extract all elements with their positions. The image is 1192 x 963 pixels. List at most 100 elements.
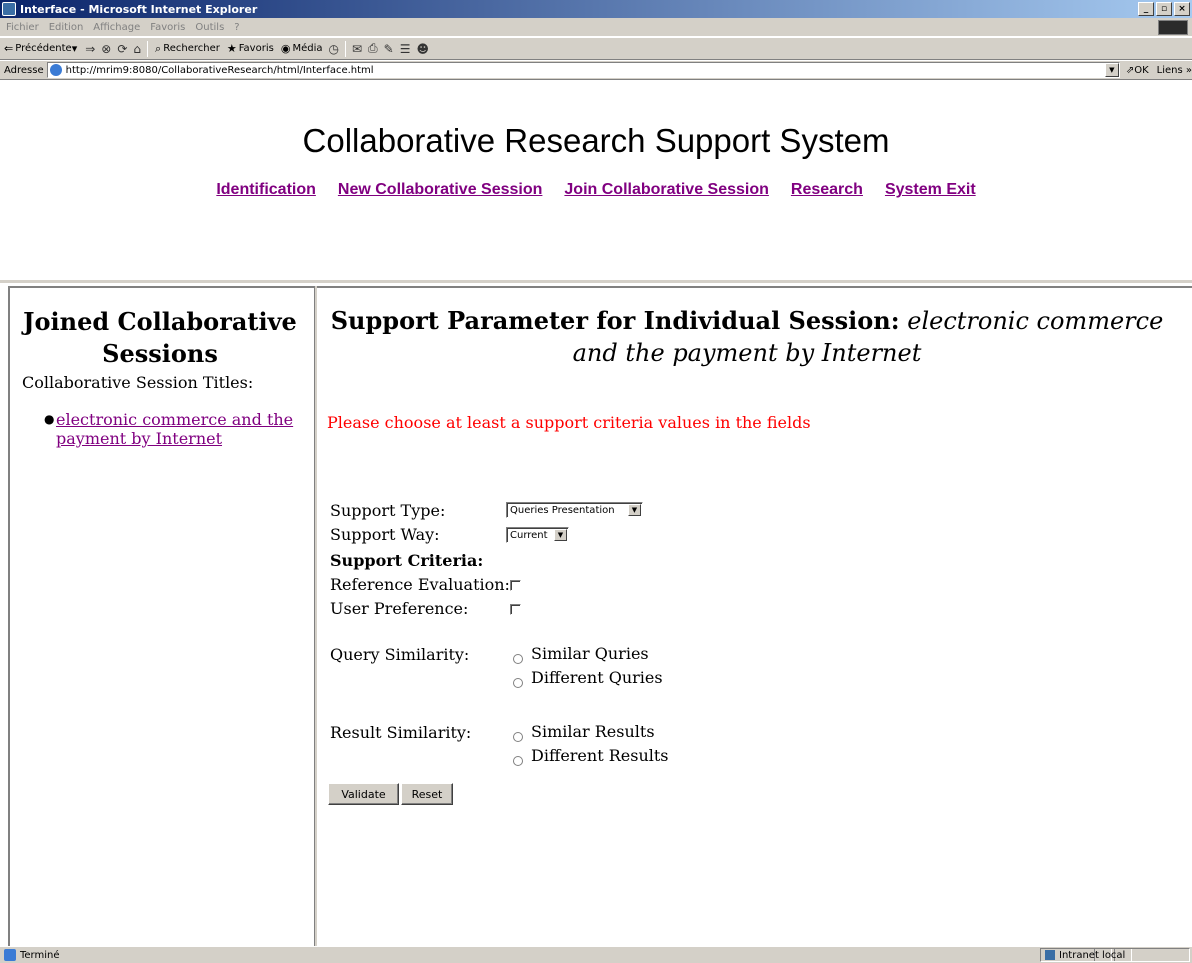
home-icon[interactable]: ⌂ [133,42,141,56]
similar-queries-radio[interactable] [513,654,523,664]
favorites-button[interactable]: ★ Favoris [227,42,274,55]
support-form: Support Type: Queries Presentation ▼ Sup… [317,288,1192,948]
forward-icon[interactable]: ⇒ [85,42,95,56]
toolbar: ⇐ Précédente ▾ ⇒ ⊗ ⟳ ⌂ ⌕ Rechercher ★ Fa… [0,38,1192,60]
media-icon: ◉ [280,42,291,55]
ie-app-icon [2,2,16,16]
support-type-value: Queries Presentation [510,504,615,516]
address-input[interactable]: http://mrim9:8080/CollaborativeResearch/… [46,62,1120,78]
security-zone: Intranet local [1040,948,1190,962]
different-queries-radio[interactable] [513,678,523,688]
different-results-label: Different Results [531,746,669,765]
media-button[interactable]: ◉ Média [281,42,323,55]
menu-outils[interactable]: Outils [195,22,224,33]
status-text: Terminé [20,949,60,961]
support-way-value: Current [510,529,548,541]
nav-research[interactable]: Research [791,181,863,199]
support-way-label: Support Way: [330,525,440,544]
sidebar-frame: Joined Collaborative Sessions Collaborat… [8,286,314,946]
minimize-button[interactable]: _ [1138,2,1154,16]
nav-identification[interactable]: Identification [216,181,316,199]
sidebar-heading-line1: Joined Collaborative [23,307,297,336]
menu-affichage[interactable]: Affichage [93,22,140,33]
session-list: ● electronic commerce and the payment by… [36,410,296,448]
stop-icon[interactable]: ⊗ [101,42,111,56]
user-preference-label: User Preference: [330,599,469,618]
window-titlebar: Interface - Microsoft Internet Explorer … [0,0,1192,18]
menu-edition[interactable]: Edition [49,22,84,33]
address-label: Adresse [4,64,44,76]
chevron-down-icon: ▾ [71,42,78,55]
window-title: Interface - Microsoft Internet Explorer [20,2,258,16]
links-button[interactable]: Liens » [1157,65,1192,76]
print-icon[interactable]: ⎙ [368,41,378,56]
close-button[interactable]: × [1174,2,1190,16]
links-label: Liens [1156,64,1183,76]
back-button[interactable]: ⇐ Précédente ▾ [4,42,79,55]
validate-button[interactable]: Validate [328,783,399,805]
chevron-down-icon: ▼ [628,504,641,516]
addressbar: Adresse http://mrim9:8080/CollaborativeR… [0,61,1192,80]
search-label: Rechercher [163,43,220,54]
page-icon [49,64,62,76]
menu-favoris[interactable]: Favoris [150,22,185,33]
refresh-icon[interactable]: ⟳ [117,42,127,56]
intranet-zone-icon [1045,950,1055,960]
menu-help[interactable]: ? [234,22,239,33]
sidebar-heading: Joined Collaborative Sessions [10,306,310,370]
favorites-icon: ★ [226,42,237,55]
different-results-radio[interactable] [513,756,523,766]
main-nav: Identification New Collaborative Session… [0,181,1192,199]
mail-icon[interactable]: ✉ [352,42,362,56]
list-item: ● electronic commerce and the payment by… [36,410,296,448]
go-label: OK [1134,64,1149,76]
reference-evaluation-checkbox[interactable] [510,580,521,591]
similar-results-radio[interactable] [513,732,523,742]
nav-new-session[interactable]: New Collaborative Session [338,181,543,199]
search-button[interactable]: ⌕ Rechercher [155,42,220,56]
page-title: Collaborative Research Support System [302,122,890,159]
chevron-down-icon: ▼ [554,529,567,541]
different-queries-label: Different Quries [531,668,663,687]
menu-fichier[interactable]: Fichier [6,22,39,33]
messenger-icon[interactable]: ☻ [416,42,429,56]
support-type-select[interactable]: Queries Presentation ▼ [506,502,643,518]
reference-evaluation-label: Reference Evaluation: [330,575,510,594]
session-link[interactable]: electronic commerce and the payment by I… [56,410,293,448]
back-label: Précédente [15,43,72,54]
address-dropdown-icon[interactable]: ▼ [1104,63,1119,77]
nav-join-session[interactable]: Join Collaborative Session [564,181,769,199]
header-frame: Collaborative Research Support System Id… [0,80,1192,283]
nav-system-exit[interactable]: System Exit [885,181,976,199]
go-button[interactable]: ⇗OK [1126,65,1149,76]
menubar: Fichier Edition Affichage Favoris Outils… [0,18,1192,37]
statusbar: Terminé Intranet local [0,946,1192,963]
bullet-icon: ● [44,412,55,426]
query-similarity-label: Query Similarity: [330,645,470,664]
user-preference-checkbox[interactable] [510,604,521,615]
back-arrow-icon: ⇐ [4,42,14,55]
sidebar-heading-line2: Sessions [102,339,218,368]
address-url: http://mrim9:8080/CollaborativeResearch/… [65,64,374,76]
main-frame: Support Parameter for Individual Session… [317,286,1192,946]
maximize-button[interactable]: ▫ [1156,2,1172,16]
windows-logo-icon [1158,20,1188,35]
sidebar-subtitle: Collaborative Session Titles: [22,373,254,392]
reset-button[interactable]: Reset [401,783,453,805]
favorites-label: Favoris [238,43,274,54]
support-way-select[interactable]: Current ▼ [506,527,569,543]
support-type-label: Support Type: [330,501,446,520]
similar-results-label: Similar Results [531,722,655,741]
search-icon: ⌕ [155,41,162,55]
history-icon[interactable]: ◷ [328,42,338,56]
similar-queries-label: Similar Quries [531,644,649,663]
toolbar-separator [344,40,346,57]
zone-label: Intranet local [1059,949,1126,961]
toolbar-separator [147,40,149,57]
result-similarity-label: Result Similarity: [330,723,472,742]
support-criteria-label: Support Criteria: [330,551,484,570]
media-label: Média [292,43,323,54]
edit-icon[interactable]: ✎ [384,42,394,56]
discuss-icon[interactable]: ☰ [400,42,411,56]
page-status-icon [4,949,16,961]
